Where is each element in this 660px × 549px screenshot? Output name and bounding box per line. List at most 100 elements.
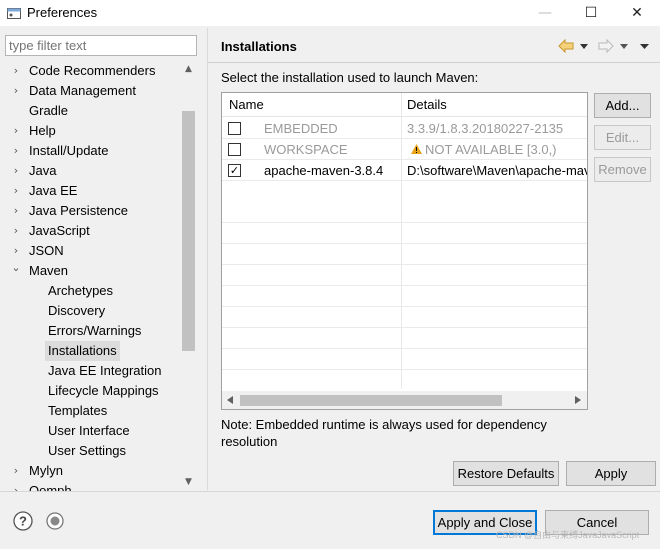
- minimize-button[interactable]: —: [522, 0, 568, 26]
- chevron-right-icon[interactable]: ›: [10, 61, 22, 81]
- row-checkbox[interactable]: ✓: [228, 164, 241, 177]
- header-separator: [208, 62, 660, 63]
- tree-item[interactable]: › Help: [0, 121, 180, 141]
- forward-arrow-icon[interactable]: [598, 39, 614, 53]
- tree-item[interactable]: Templates: [0, 401, 180, 421]
- table-row[interactable]: EMBEDDED 3.3.9/1.8.3.20180227-2135: [222, 118, 587, 139]
- tree-item[interactable]: Discovery: [0, 301, 180, 321]
- chevron-right-icon[interactable]: ›: [10, 141, 22, 161]
- forward-dropdown-icon[interactable]: [620, 44, 628, 49]
- scroll-right-icon[interactable]: [575, 396, 581, 404]
- tree-item-label: Templates: [48, 403, 108, 418]
- tree-item[interactable]: Java EE Integration: [0, 361, 180, 381]
- preferences-tree[interactable]: › Code Recommenders › Data Management Gradle…: [0, 61, 180, 491]
- tree-item-label: Discovery: [48, 303, 106, 318]
- chevron-right-icon[interactable]: ›: [10, 81, 22, 101]
- chevron-right-icon[interactable]: ›: [10, 221, 22, 241]
- empty-row: [222, 349, 587, 370]
- tree-item[interactable]: › Oomph: [0, 481, 180, 491]
- footer-separator: [0, 491, 660, 492]
- tree-item[interactable]: Archetypes: [0, 281, 180, 301]
- tree-item[interactable]: › Code Recommenders: [0, 61, 180, 81]
- empty-row: [222, 223, 587, 244]
- chevron-right-icon[interactable]: ›: [10, 121, 22, 141]
- tree-item[interactable]: › JSON: [0, 241, 180, 261]
- scrollbar-thumb[interactable]: [182, 111, 195, 351]
- maximize-button[interactable]: ☐: [568, 0, 614, 26]
- installation-name: WORKSPACE: [264, 142, 348, 157]
- tree-item[interactable]: › Data Management: [0, 81, 180, 101]
- chevron-right-icon[interactable]: ›: [10, 481, 22, 491]
- warning-icon: [411, 144, 422, 154]
- scrollbar-thumb[interactable]: [240, 395, 502, 406]
- scroll-left-icon[interactable]: [227, 396, 233, 404]
- tree-item-label: JavaScript: [29, 223, 90, 238]
- row-checkbox[interactable]: [228, 122, 241, 135]
- empty-row: [222, 328, 587, 349]
- table-row[interactable]: WORKSPACE NOT AVAILABLE [3.0,): [222, 139, 587, 160]
- table-horizontal-scrollbar[interactable]: [222, 391, 587, 409]
- chevron-right-icon[interactable]: ›: [10, 461, 22, 481]
- tree-item-label: User Interface: [48, 423, 130, 438]
- table-row[interactable]: ✓ apache-maven-3.8.4 D:\software\Maven\apa…: [222, 160, 587, 181]
- open-preferences-log-icon[interactable]: [45, 511, 65, 531]
- tree-item-label: Lifecycle Mappings: [48, 383, 159, 398]
- tree-item-label: Installations: [45, 341, 120, 361]
- tree-item[interactable]: User Settings: [0, 441, 180, 461]
- column-header-details[interactable]: Details: [402, 93, 587, 117]
- chevron-right-icon[interactable]: ›: [10, 181, 22, 201]
- tree-item-label: Java EE: [29, 183, 78, 198]
- note-text: Note: Embedded runtime is always used fo…: [221, 417, 547, 449]
- tree-item[interactable]: › Java Persistence: [0, 201, 180, 221]
- page-header: Installations: [208, 30, 660, 63]
- tree-item[interactable]: › Mylyn: [0, 461, 180, 481]
- help-icon[interactable]: ?: [13, 511, 33, 531]
- restore-defaults-button[interactable]: Restore Defaults: [453, 461, 559, 486]
- installation-name: apache-maven-3.8.4: [264, 163, 384, 178]
- installation-details-text: NOT AVAILABLE [3.0,): [425, 142, 557, 157]
- tree-item[interactable]: › Install/Update: [0, 141, 180, 161]
- tree-item-label: Mylyn: [29, 463, 63, 478]
- scroll-up-icon[interactable]: ▲: [180, 61, 197, 78]
- tree-item[interactable]: Installations: [0, 341, 180, 361]
- panel-sash[interactable]: [207, 28, 208, 490]
- edit-button[interactable]: Edit...: [594, 125, 651, 150]
- tree-item-label: Errors/Warnings: [48, 323, 142, 338]
- close-button[interactable]: ✕: [614, 0, 660, 26]
- installation-details: D:\software\Maven\apache-maven-3.8.4: [407, 163, 587, 178]
- description-label: Select the installation used to launch M…: [221, 70, 479, 85]
- chevron-right-icon[interactable]: ›: [10, 161, 22, 181]
- filter-input[interactable]: [5, 35, 197, 56]
- apply-button[interactable]: Apply: [566, 461, 656, 486]
- tree-item[interactable]: User Interface: [0, 421, 180, 441]
- tree-item[interactable]: Lifecycle Mappings: [0, 381, 180, 401]
- installations-table[interactable]: Name Details EMBEDDED 3.3.9/1.8.3.2018022…: [221, 92, 588, 410]
- watermark: CSDN @自由与束缚JavaJavaScript: [496, 530, 640, 540]
- installation-name: EMBEDDED: [264, 121, 338, 136]
- tree-vertical-scrollbar[interactable]: ▲ ▼: [180, 61, 197, 491]
- column-header-name[interactable]: Name: [222, 93, 401, 117]
- tree-item[interactable]: › Java EE: [0, 181, 180, 201]
- tree-item[interactable]: ⌄ Maven: [0, 261, 180, 281]
- view-menu-icon[interactable]: [640, 44, 649, 49]
- tree-item[interactable]: Errors/Warnings: [0, 321, 180, 341]
- chevron-down-icon[interactable]: ⌄: [10, 258, 22, 278]
- back-dropdown-icon[interactable]: [580, 44, 588, 49]
- back-arrow-icon[interactable]: [558, 39, 574, 53]
- tree-item-label: User Settings: [48, 443, 127, 458]
- tree-item[interactable]: Gradle: [0, 101, 180, 121]
- installation-details: 3.3.9/1.8.3.20180227-2135: [407, 121, 564, 136]
- remove-button[interactable]: Remove: [594, 157, 651, 182]
- tree-item[interactable]: › JavaScript: [0, 221, 180, 241]
- scroll-down-icon[interactable]: ▼: [180, 474, 197, 491]
- svg-text:?: ?: [19, 514, 27, 529]
- add-button[interactable]: Add...: [594, 93, 651, 118]
- title-bar: Preferences — ☐ ✕: [0, 0, 660, 26]
- empty-row: [222, 265, 587, 286]
- tree-item[interactable]: › Java: [0, 161, 180, 181]
- tree-item-label: JSON: [29, 243, 64, 258]
- chevron-right-icon[interactable]: ›: [10, 201, 22, 221]
- tree-item-label: Install/Update: [29, 143, 109, 158]
- row-checkbox[interactable]: [228, 143, 241, 156]
- tree-item-label: Help: [29, 123, 56, 138]
